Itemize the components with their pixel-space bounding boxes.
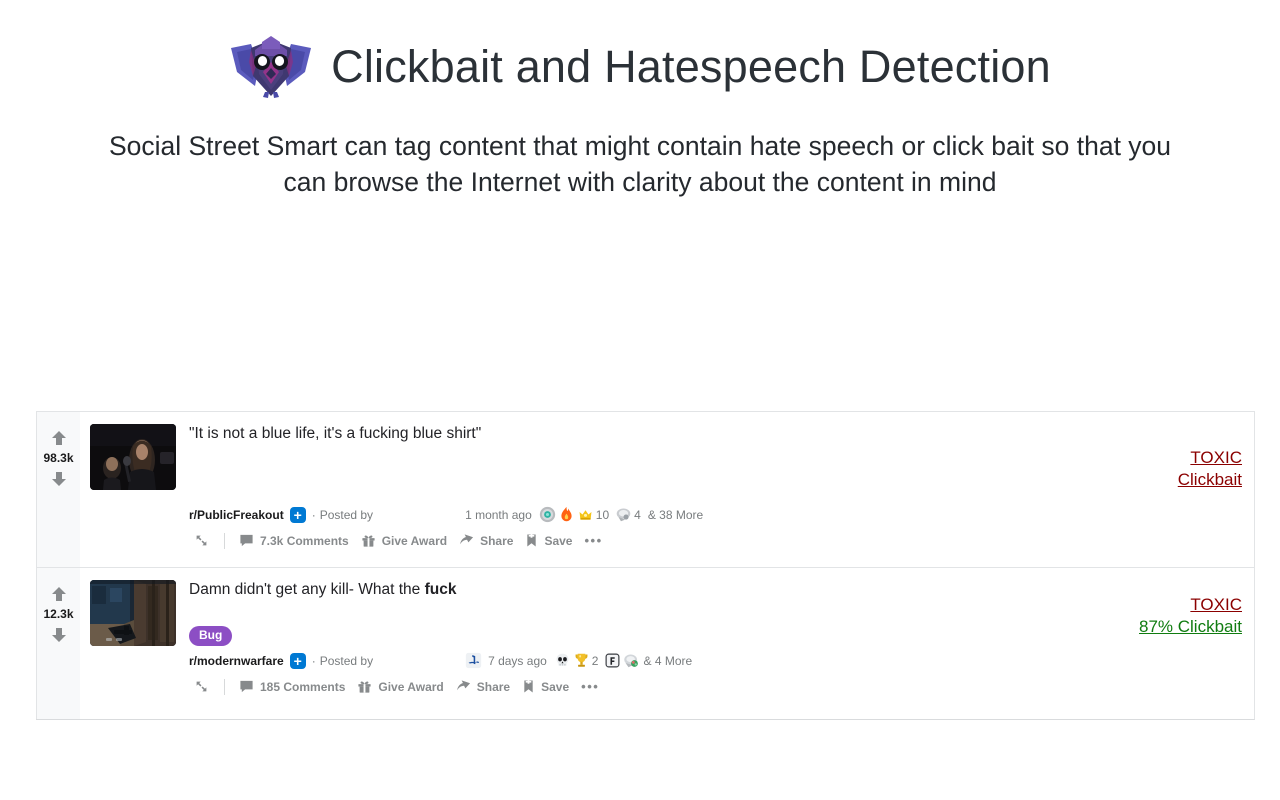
award-list: 2 [554, 652, 641, 669]
title-row: Clickbait and Hatespeech Detection [0, 30, 1280, 102]
thumbnail-image [90, 580, 176, 646]
meta-separator: · [311, 653, 316, 668]
owl-logo-icon [231, 36, 312, 98]
post-thumbnail-public-freakout[interactable] [90, 424, 176, 490]
post-meta-row: r/PublicFreakout + · Posted by 1 month a… [189, 506, 1244, 523]
post-feed: 98.3k "It is not a blue life, it's a fuc… [36, 411, 1255, 720]
share-arrow-icon [460, 534, 474, 545]
more-options-button[interactable]: ••• [575, 676, 605, 697]
post-timestamp: 1 month ago [465, 507, 532, 522]
post-card[interactable]: 12.3k Damn didn't get any kill- What the… [36, 567, 1254, 719]
share-label: Share [480, 533, 514, 548]
give-award-button[interactable]: Give Award [355, 530, 453, 551]
more-awards-label[interactable]: & 38 More [648, 508, 703, 522]
share-button[interactable]: Share [450, 676, 516, 697]
post-title-text: "It is not a blue life, it's a fucking b… [189, 425, 482, 442]
detection-tags: TOXIC 87% Clickbait [1139, 594, 1242, 638]
action-divider [224, 678, 225, 695]
save-label: Save [544, 533, 573, 548]
page-title: Clickbait and Hatespeech Detection [331, 40, 1051, 92]
posted-by-label: Posted by [319, 507, 374, 522]
upvote-arrow-icon[interactable] [49, 428, 69, 448]
post-title-bold-text: fuck [424, 581, 457, 598]
vote-count: 12.3k [43, 607, 74, 621]
gold-crown-award-icon[interactable] [577, 506, 594, 523]
vote-column: 98.3k [36, 412, 80, 567]
subreddit-link[interactable]: r/PublicFreakout [189, 508, 284, 522]
post-title[interactable]: Damn didn't get any kill- What the fuck [189, 580, 1244, 600]
give-award-label: Give Award [381, 533, 448, 548]
expand-icon[interactable] [189, 677, 214, 696]
award-count: 4 [634, 507, 641, 522]
expand-arrows-icon [196, 681, 207, 692]
post-main: Damn didn't get any kill- What the fuck … [189, 580, 1244, 711]
clickbait-tag[interactable]: Clickbait [1178, 469, 1242, 491]
give-award-button[interactable]: Give Award [351, 676, 449, 697]
comments-count-label: 185 Comments [260, 679, 346, 694]
more-awards-label[interactable]: & 4 More [643, 654, 692, 668]
share-arrow-icon [456, 680, 470, 691]
subreddit-link[interactable]: r/modernwarfare [189, 654, 284, 668]
playstation-icon [465, 652, 482, 669]
helpful-award-icon[interactable] [615, 506, 632, 523]
f-key-award-icon[interactable] [604, 652, 621, 669]
post-timestamp: 7 days ago [488, 653, 547, 668]
meta-separator: · [311, 507, 316, 522]
silver-award-icon[interactable] [539, 506, 556, 523]
award-list: 10 4 [539, 506, 645, 523]
toxic-tag[interactable]: TOXIC [1178, 447, 1242, 469]
award-count: 2 [591, 653, 599, 668]
save-button[interactable]: Save [519, 530, 578, 551]
give-award-label: Give Award [378, 679, 444, 694]
join-plus-badge[interactable]: + [289, 652, 306, 669]
bookmark-icon [524, 679, 533, 693]
gift-icon [358, 681, 371, 693]
post-meta-row: r/modernwarfare + · Posted by 7 days ago [189, 652, 1244, 669]
comments-button[interactable]: 185 Comments [233, 676, 351, 697]
thumbnail-image [90, 424, 176, 490]
gold-trophy-award-icon[interactable] [573, 652, 590, 669]
downvote-arrow-icon[interactable] [49, 469, 69, 489]
posted-by-label: Posted by [319, 653, 374, 668]
post-thumbnail-modernwarfare[interactable] [90, 580, 176, 646]
save-label: Save [541, 679, 570, 694]
post-title-text: Damn didn't get any kill- What the [189, 581, 425, 598]
expand-icon[interactable] [189, 531, 214, 550]
save-button[interactable]: Save [516, 676, 575, 697]
more-options-button[interactable]: ••• [578, 530, 608, 551]
comment-bubble-icon [240, 680, 253, 693]
page-subtitle: Social Street Smart can tag content that… [108, 131, 1172, 197]
wholesome-award-icon[interactable] [623, 652, 640, 669]
post-main: "It is not a blue life, it's a fucking b… [189, 424, 1244, 559]
clickbait-tag[interactable]: 87% Clickbait [1139, 616, 1242, 638]
comments-count-label: 7.3k Comments [260, 533, 349, 548]
toxic-tag[interactable]: TOXIC [1139, 594, 1242, 616]
upvote-arrow-icon[interactable] [49, 584, 69, 604]
share-button[interactable]: Share [453, 530, 519, 551]
join-plus-badge[interactable]: + [289, 506, 306, 523]
post-body: Damn didn't get any kill- What the fuck … [80, 568, 1254, 719]
detection-tags: TOXIC Clickbait [1178, 447, 1242, 491]
fire-award-icon[interactable] [558, 506, 575, 523]
award-count: 10 [595, 507, 610, 522]
comment-bubble-icon [240, 534, 253, 547]
post-flair-bug[interactable]: Bug [189, 626, 233, 646]
gift-icon [362, 535, 375, 547]
vote-count: 98.3k [43, 451, 74, 465]
expand-arrows-icon [196, 535, 207, 546]
post-body: "It is not a blue life, it's a fucking b… [80, 412, 1254, 567]
post-action-row: 7.3k Comments Give Award Share Save ••• [189, 530, 1244, 551]
vote-column: 12.3k [36, 568, 80, 719]
share-label: Share [476, 679, 511, 694]
post-card[interactable]: 98.3k "It is not a blue life, it's a fuc… [36, 412, 1254, 567]
comments-button[interactable]: 7.3k Comments [233, 530, 355, 551]
bookmark-icon [527, 533, 537, 547]
page-header: Clickbait and Hatespeech Detection Socia… [0, 0, 1280, 200]
post-action-row: 185 Comments Give Award Share Save ••• [189, 676, 1244, 697]
skull-award-icon[interactable] [554, 652, 571, 669]
action-divider [224, 532, 225, 549]
post-title[interactable]: "It is not a blue life, it's a fucking b… [189, 424, 1244, 444]
downvote-arrow-icon[interactable] [49, 625, 69, 645]
